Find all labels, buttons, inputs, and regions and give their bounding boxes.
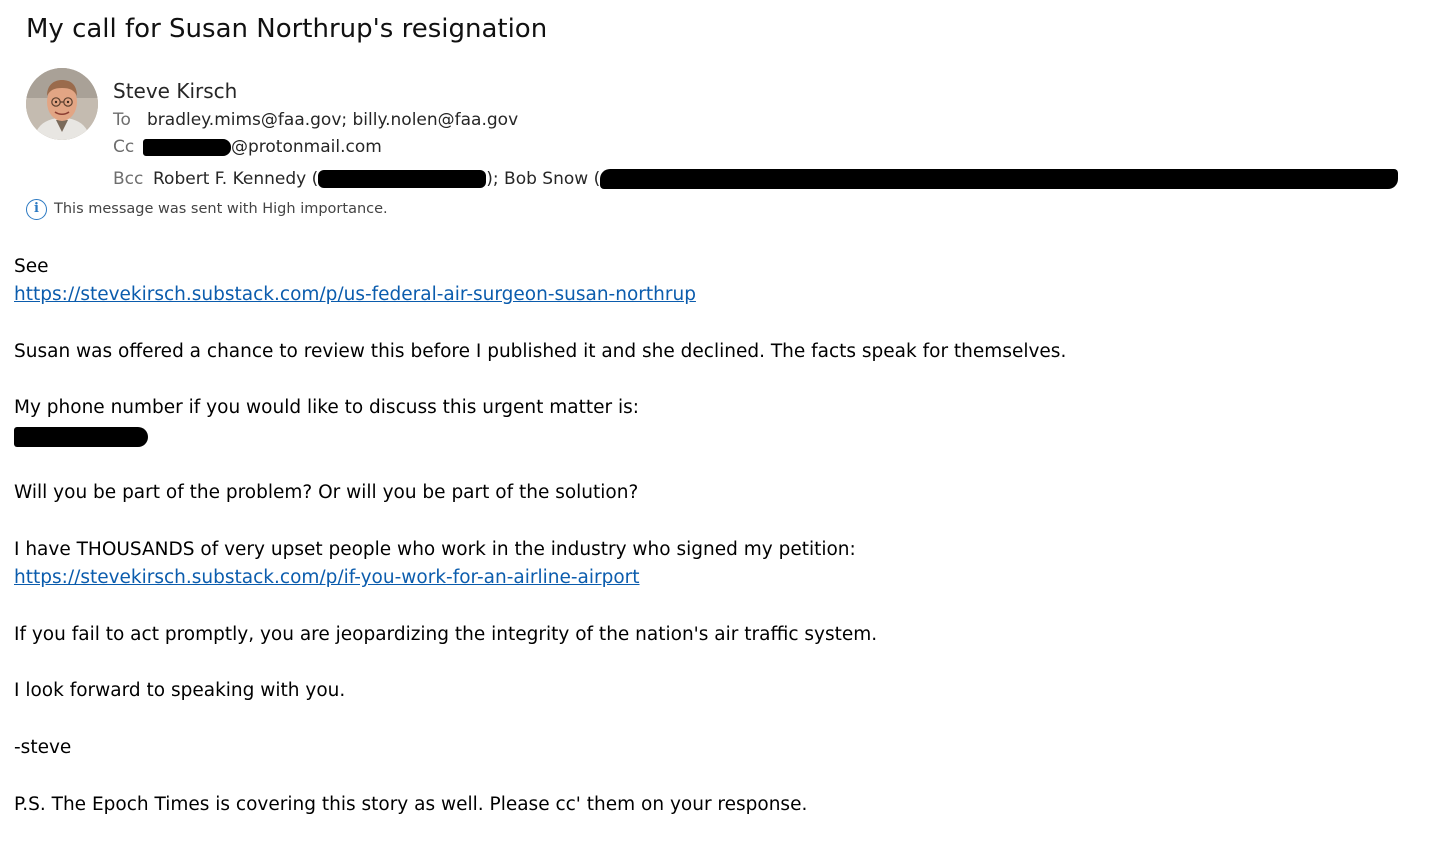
to-recipients[interactable]: bradley.mims@faa.gov; billy.nolen@faa.go… [147,110,518,130]
email-subject: My call for Susan Northrup's resignation [26,14,548,44]
cc-recipient-domain[interactable]: @protonmail.com [231,137,382,157]
phone-redaction [14,426,148,447]
body-line-phone: My phone number if you would like to dis… [14,397,639,419]
body-line-thousands: I have THOUSANDS of very upset people wh… [14,538,856,560]
cc-row: Cc @protonmail.com [113,136,382,158]
body-line-review: Susan was offered a chance to review thi… [14,340,1067,362]
body-line-signature: -steve [14,737,72,759]
cc-redaction [143,138,231,156]
bcc-redaction-1 [318,170,487,188]
body-line-forward: I look forward to speaking with you. [14,680,346,702]
phone-number-row [14,423,1414,451]
substack-link-petition[interactable]: https://stevekirsch.substack.com/p/if-yo… [14,567,640,588]
bcc-label: Bcc [113,169,144,189]
cc-label: Cc [113,137,135,157]
importance-notice: i This message was sent with High import… [26,197,388,221]
sender-name[interactable]: Steve Kirsch [113,78,237,104]
body-line-ps: P.S. The Epoch Times is covering this st… [14,793,808,815]
bcc-redaction-2 [600,169,1399,189]
body-line-question: Will you be part of the problem? Or will… [14,482,639,504]
bcc-recipient-1[interactable]: Robert F. Kennedy ( [153,169,318,189]
to-row: To bradley.mims@faa.gov; billy.nolen@faa.… [113,109,518,131]
info-icon: i [26,198,47,220]
substack-link-article[interactable]: https://stevekirsch.substack.com/p/us-fe… [14,284,696,305]
avatar-portrait-icon [26,68,98,140]
body-line-fail: If you fail to act promptly, you are jeo… [14,623,878,645]
importance-text: This message was sent with High importan… [54,201,388,217]
email-body: See https://stevekirsch.substack.com/p/u… [14,253,1414,819]
sender-avatar[interactable] [26,68,98,140]
body-line-see: See [14,256,49,277]
bcc-recipient-2[interactable]: ); Bob Snow ( [486,169,600,189]
to-label: To [113,110,131,130]
bcc-row: Bcc Robert F. Kennedy ( ); Bob Snow ( [113,168,1399,190]
